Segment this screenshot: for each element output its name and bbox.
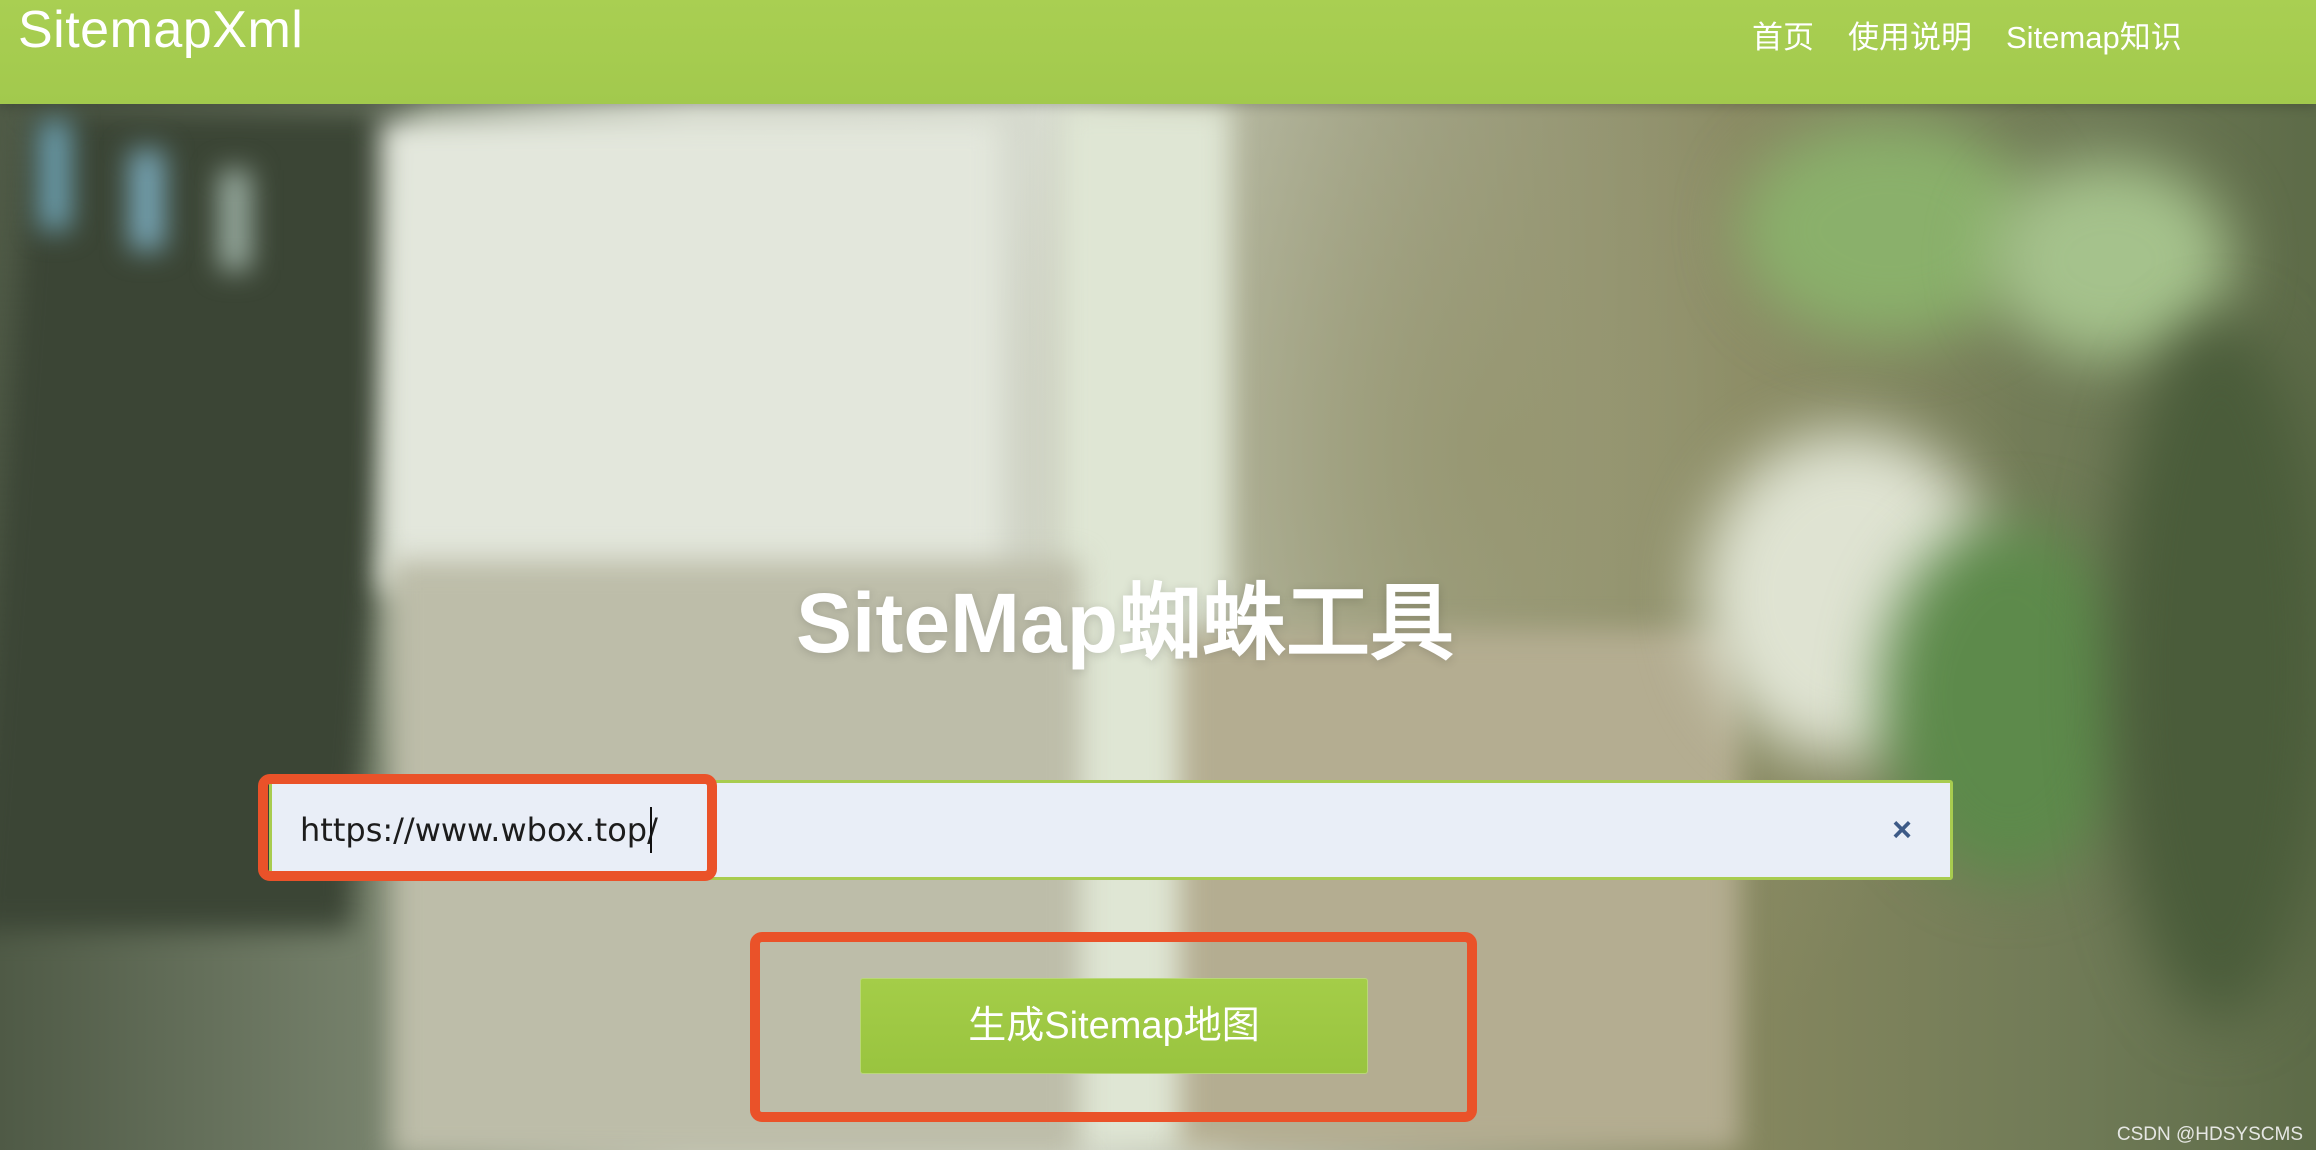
nav-home[interactable]: 首页 [1752, 16, 1814, 60]
url-input[interactable] [300, 783, 1860, 877]
nav-sitemap-knowledge[interactable]: Sitemap知识 [2006, 16, 2182, 60]
watermark-text: CSDN @HDSYSCMS [2116, 1124, 2303, 1145]
main-nav: 首页 使用说明 Sitemap知识 [1752, 16, 2182, 60]
generate-sitemap-button[interactable]: 生成Sitemap地图 [860, 978, 1368, 1074]
text-cursor [650, 807, 652, 853]
brand-logo[interactable]: SitemapXml [18, 0, 303, 60]
clear-icon[interactable]: × [1882, 810, 1922, 850]
top-navbar: SitemapXml 首页 使用说明 Sitemap知识 [0, 0, 2316, 104]
page-title: SiteMap蜘蛛工具 [796, 576, 1455, 670]
nav-usage-guide[interactable]: 使用说明 [1848, 16, 1972, 60]
url-field: × [269, 780, 1953, 880]
